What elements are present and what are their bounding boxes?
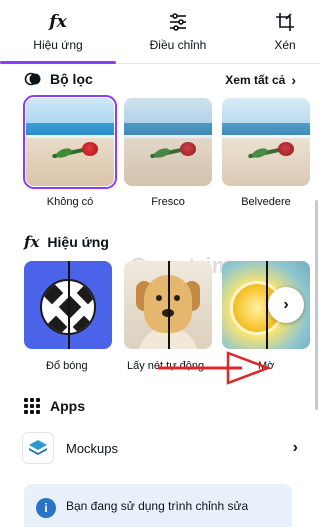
- filter-label: Fresco: [151, 196, 185, 208]
- filter-belvedere[interactable]: [222, 98, 310, 186]
- scrollbar[interactable]: [315, 200, 318, 410]
- apps-header: Apps: [24, 398, 85, 414]
- filters-header: Bộ lọc: [24, 70, 93, 88]
- beach-rose-image: [124, 98, 212, 186]
- tab-crop-label: Xén: [274, 38, 296, 52]
- info-text: Bạn đang sử dụng trình chỉnh sửa: [66, 499, 249, 513]
- chevron-right-icon: ›: [283, 296, 289, 313]
- tab-effects-label: Hiệu ứng: [33, 38, 83, 52]
- tab-bar: fx Hiệu ứng Điều chỉnh Xén: [0, 0, 320, 64]
- tab-effects[interactable]: fx Hiệu ứng: [0, 0, 116, 64]
- annotation-arrow-icon: [158, 351, 272, 385]
- effects-header: fx Hiệu ứng: [24, 233, 109, 251]
- effect-shadow[interactable]: [24, 261, 112, 349]
- see-all-link[interactable]: Xem tất cả ›: [225, 72, 296, 88]
- app-name: Mockups: [66, 440, 119, 456]
- beach-rose-image: [26, 98, 114, 186]
- effects-title: Hiệu ứng: [47, 234, 109, 250]
- apps-grid-icon: [24, 398, 40, 414]
- tab-adjust-label: Điều chỉnh: [149, 38, 207, 52]
- filter-icon: [24, 72, 41, 86]
- apps-title: Apps: [50, 398, 85, 414]
- fx-icon: fx: [49, 12, 67, 32]
- filter-none[interactable]: [23, 95, 117, 189]
- sliders-icon: [167, 10, 189, 34]
- tab-crop[interactable]: Xén: [250, 0, 320, 64]
- filter-fresco[interactable]: [124, 98, 212, 186]
- info-banner: i Bạn đang sử dụng trình chỉnh sửa: [24, 484, 292, 527]
- filter-label: Không có: [46, 196, 94, 208]
- effect-label: Đổ bóng: [46, 360, 88, 372]
- effect-autofocus[interactable]: [124, 261, 212, 349]
- beach-rose-image: [222, 98, 310, 186]
- fx-icon: fx: [24, 233, 40, 251]
- crop-icon: [274, 10, 296, 34]
- before-after-divider: [68, 261, 70, 349]
- info-icon: i: [36, 498, 56, 518]
- chevron-right-icon: ›: [292, 439, 298, 456]
- see-all-label: Xem tất cả: [225, 73, 286, 87]
- next-arrow-button[interactable]: ›: [268, 287, 304, 323]
- layers-icon: [22, 432, 54, 464]
- active-tab-indicator: [0, 61, 116, 64]
- filters-title: Bộ lọc: [50, 71, 93, 87]
- tab-adjust[interactable]: Điều chỉnh: [120, 0, 236, 64]
- chevron-right-icon: ›: [291, 72, 296, 88]
- app-mockups[interactable]: Mockups ›: [22, 428, 298, 468]
- filter-label: Belvedere: [241, 196, 291, 208]
- before-after-divider: [168, 261, 170, 349]
